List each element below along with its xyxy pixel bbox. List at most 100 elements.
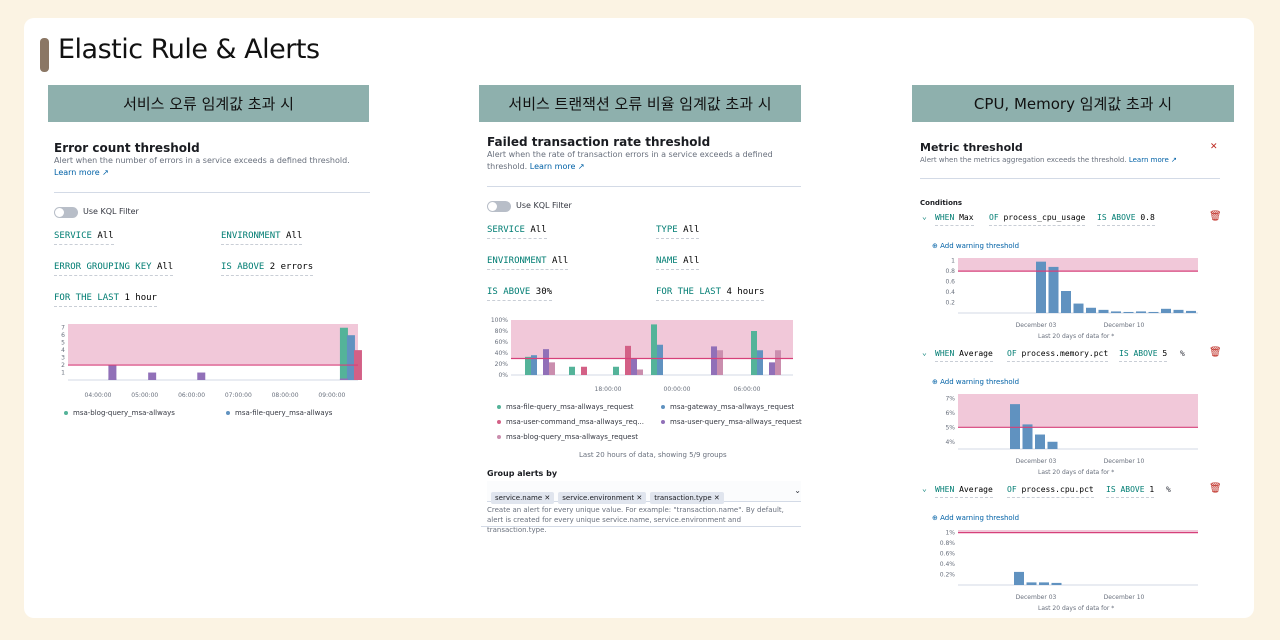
bar: [1148, 311, 1159, 313]
bar: [1136, 311, 1146, 313]
bar: [1086, 307, 1096, 313]
expr-is-above[interactable]: IS ABOVE 30%: [487, 287, 553, 301]
x-tick-label: December 10: [1104, 322, 1145, 329]
bar: [769, 362, 775, 375]
group-by-chip: service.environment ✕: [558, 492, 647, 504]
trash-icon[interactable]: 🗑: [1209, 347, 1222, 358]
kql-filter-toggle[interactable]: [487, 201, 511, 212]
y-tick-label: 0.4: [945, 289, 955, 296]
expr-when[interactable]: WHEN Max: [935, 213, 974, 226]
x-tick-label: 06:00:00: [734, 386, 761, 393]
collapse-chevron-icon[interactable]: ⌄: [922, 484, 927, 493]
plus-circle-icon: ⊕: [932, 242, 941, 250]
cpu-pct-chart: 0.2% 0.4% 0.6% 0.8% 1% December 03 December 10: [940, 530, 1198, 601]
panel2-bottom-divider: [481, 526, 801, 527]
panel1-learn-more-link[interactable]: Learn more: [54, 168, 100, 177]
panel1-description: Alert when the number of errors in a ser…: [54, 156, 350, 177]
expr-name[interactable]: NAME All: [656, 256, 700, 270]
y-tick-label: 1: [61, 370, 65, 377]
legend-item: msa-user-command_msa-allways_req...: [497, 418, 644, 426]
expr-of[interactable]: OF process_cpu_usage: [989, 213, 1086, 226]
bar: [1035, 434, 1045, 449]
kql-filter-label: Use KQL Filter: [83, 207, 139, 216]
legend-swatch: [661, 405, 665, 409]
expr-is-above[interactable]: IS ABOVE 5: [1119, 349, 1168, 362]
expr-for-the-last[interactable]: FOR THE LAST 1 hour: [54, 293, 157, 307]
legend-item: msa-gateway_msa-allways_request: [661, 403, 794, 411]
bar: [346, 335, 355, 380]
collapse-chevron-icon[interactable]: ⌄: [922, 348, 927, 357]
panel3-learn-more-link[interactable]: Learn more: [1129, 156, 1169, 164]
bar: [1061, 291, 1071, 313]
banner-error-count: 서비스 오류 임계값 초과 시: [48, 85, 369, 122]
x-tick-label: 04:00:00: [85, 392, 112, 399]
x-tick-label: 05:00:00: [131, 392, 158, 399]
expr-service[interactable]: SERVICE All: [54, 231, 114, 245]
bar: [757, 350, 763, 375]
y-tick-label: 5: [61, 340, 65, 347]
bar: [1036, 261, 1046, 313]
expr-when[interactable]: WHEN Average: [935, 485, 993, 498]
expr-of[interactable]: OF process.memory.pct: [1007, 349, 1109, 362]
legend-item: msa-file-query_msa-allways_request: [497, 403, 634, 411]
expr-environment[interactable]: ENVIRONMENT All: [221, 231, 303, 245]
expr-environment[interactable]: ENVIRONMENT All: [487, 256, 569, 270]
expr-is-above[interactable]: IS ABOVE 1: [1106, 485, 1155, 498]
panel3-divider: [920, 178, 1220, 179]
y-tick-label: 0.4%: [940, 561, 956, 568]
threshold-band: [958, 394, 1198, 428]
y-tick-label: 7%: [945, 395, 955, 402]
bar: [711, 346, 717, 375]
page-title: Elastic Rule & Alerts: [58, 34, 320, 65]
bar: [651, 324, 657, 375]
add-warning-threshold-link[interactable]: ⊕ Add warning threshold: [932, 242, 1019, 250]
group-alerts-label: Group alerts by: [487, 469, 558, 478]
legend-swatch: [661, 420, 665, 424]
bar: [1047, 441, 1058, 449]
expr-of[interactable]: OF process.cpu.pct: [1007, 485, 1094, 498]
chevron-down-icon[interactable]: ⌄: [794, 486, 801, 495]
add-warning-threshold-link[interactable]: ⊕ Add warning threshold: [932, 378, 1019, 386]
panel2-learn-more-link[interactable]: Learn more: [530, 162, 576, 171]
collapse-chevron-icon[interactable]: ⌄: [922, 212, 927, 221]
external-link-icon: ↗: [99, 168, 109, 177]
y-tick-label: 5%: [945, 424, 955, 431]
y-tick-label: 100%: [491, 317, 508, 324]
legend-swatch: [497, 435, 501, 439]
bar: [1161, 308, 1171, 313]
group-by-chip: service.name ✕: [491, 492, 555, 504]
kql-filter-toggle[interactable]: [54, 207, 78, 218]
expr-is-above[interactable]: IS ABOVE 2 errors: [221, 262, 314, 276]
bar: [1186, 310, 1196, 313]
y-tick-label: 3: [61, 355, 65, 362]
chip-remove-icon[interactable]: ✕: [636, 494, 642, 502]
bar: [717, 350, 723, 375]
x-tick-label: December 03: [1016, 594, 1057, 601]
y-tick-label: 0.8: [945, 268, 955, 275]
x-tick-label: 00:00:00: [664, 386, 691, 393]
legend-swatch: [226, 411, 230, 415]
expr-service[interactable]: SERVICE All: [487, 225, 547, 239]
trash-icon[interactable]: 🗑: [1209, 483, 1222, 494]
group-by-chips: service.name ✕ service.environment ✕ trans…: [491, 485, 728, 504]
bar: [339, 327, 348, 380]
expr-is-above[interactable]: IS ABOVE 0.8: [1097, 213, 1155, 226]
trash-icon[interactable]: 🗑: [1209, 211, 1222, 222]
chip-remove-icon[interactable]: ✕: [714, 494, 720, 502]
unit-label: %: [1180, 349, 1185, 358]
expr-type[interactable]: TYPE All: [656, 225, 700, 239]
chip-remove-icon[interactable]: ✕: [544, 494, 550, 502]
expr-when[interactable]: WHEN Average: [935, 349, 993, 362]
bar: [197, 372, 206, 380]
y-tick-label: 0.6%: [940, 551, 956, 558]
x-tick-label: December 03: [1016, 322, 1057, 329]
bar: [613, 366, 619, 375]
add-warning-threshold-link[interactable]: ⊕ Add warning threshold: [932, 514, 1019, 522]
bar: [1073, 303, 1084, 313]
expr-for-the-last[interactable]: FOR THE LAST 4 hours: [656, 287, 765, 301]
bar: [631, 358, 637, 375]
group-by-combobox[interactable]: service.name ✕ service.environment ✕ trans…: [487, 481, 801, 504]
expr-error-grouping-key[interactable]: ERROR GROUPING KEY All: [54, 262, 174, 276]
legend-item: msa-file-query_msa-allways: [226, 409, 332, 417]
close-icon[interactable]: ✕: [1210, 142, 1218, 152]
